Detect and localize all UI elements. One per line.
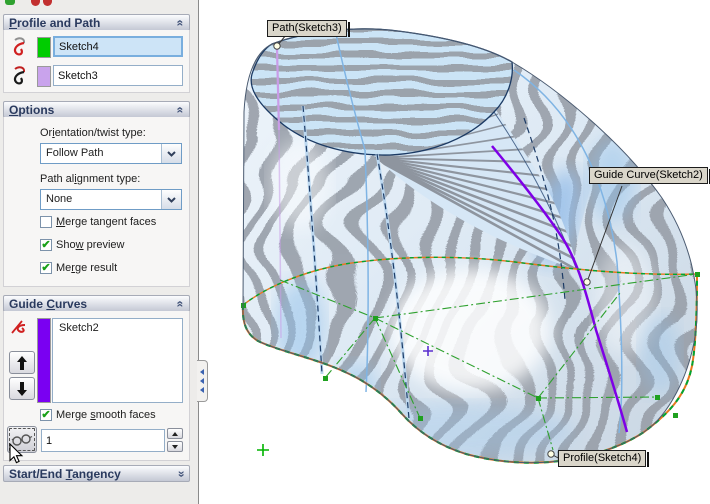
merge-result-row: ✔ Merge result — [40, 262, 117, 274]
orientation-label: Orientation/twist type: — [40, 127, 146, 139]
move-up-button[interactable] — [9, 351, 35, 374]
section-title: Options — [9, 102, 55, 117]
checkmark-icon: ✔ — [41, 409, 51, 421]
dropdown-arrow-icon[interactable] — [161, 190, 181, 209]
cancel-button-fragment-icon[interactable] — [43, 0, 52, 6]
section-count-field[interactable] — [41, 429, 165, 452]
orientation-value: Follow Path — [46, 147, 104, 159]
merge-smooth-faces-label: Merge smooth faces — [56, 409, 156, 421]
spinner-up-button[interactable] — [167, 428, 183, 439]
collapse-chevron-icon[interactable]: « — [174, 300, 188, 307]
merge-tangent-faces-checkbox[interactable] — [40, 216, 52, 228]
panel-splitter-handle[interactable] — [197, 360, 208, 402]
profile-sketch-icon — [9, 35, 33, 59]
spinner-down-button[interactable] — [167, 441, 183, 452]
alignment-value: None — [46, 193, 73, 205]
merge-tangent-faces-label: Merge tangent faces — [56, 216, 157, 228]
checkmark-icon: ✔ — [41, 262, 51, 274]
collapse-left-icon — [200, 387, 204, 393]
section-header-guide-curves[interactable]: Guide Curves « — [3, 295, 190, 312]
collapse-left-icon — [200, 369, 204, 375]
section-title: Start/End Tangency — [9, 466, 121, 481]
merge-result-label: Merge result — [56, 262, 118, 274]
profile-color-swatch — [37, 37, 51, 58]
section-header-start-end-tangency[interactable]: Start/End Tangency « — [3, 465, 190, 482]
solidworks-window: Profile and Path « Options « Orientation… — [0, 0, 710, 504]
move-down-button[interactable] — [9, 377, 35, 400]
collapse-chevron-icon[interactable]: « — [174, 19, 188, 26]
collapse-chevron-icon[interactable]: « — [174, 106, 188, 113]
options-body: Orientation/twist type: Follow Path Path… — [3, 117, 190, 287]
orientation-dropdown[interactable]: Follow Path — [40, 143, 182, 164]
dropdown-arrow-icon[interactable] — [161, 144, 181, 163]
path-selection-field[interactable] — [53, 65, 183, 86]
merge-tangent-faces-row: Merge tangent faces — [40, 216, 156, 228]
path-sketch-icon — [9, 64, 33, 88]
ok-button-fragment-icon[interactable] — [5, 0, 15, 5]
merge-smooth-faces-row: ✔ Merge smooth faces — [40, 409, 156, 421]
guide-curve-list-item[interactable]: Sketch2 — [53, 319, 182, 337]
guide-curve-callout[interactable]: Guide Curve(Sketch2) — [589, 167, 710, 184]
path-color-swatch — [37, 66, 51, 87]
merge-result-checkbox[interactable]: ✔ — [40, 262, 52, 274]
guide-curves-body: Sketch2 ✔ Merge smooth faces — [3, 311, 190, 461]
guide-curve-sketch-icon — [9, 317, 33, 341]
graphics-viewport[interactable]: Path(Sketch3) Guide Curve(Sketch2) Profi… — [200, 0, 710, 504]
path-alignment-label: Path alignment type: — [40, 173, 141, 185]
show-preview-checkbox[interactable]: ✔ — [40, 239, 52, 251]
collapse-left-icon — [200, 378, 204, 384]
merge-smooth-faces-checkbox[interactable]: ✔ — [40, 409, 52, 421]
profile-callout[interactable]: Profile(Sketch4) — [558, 450, 650, 467]
guide-curve-color-swatch — [37, 318, 51, 403]
checkmark-icon: ✔ — [41, 239, 51, 251]
expand-chevron-icon[interactable]: « — [174, 470, 188, 477]
mouse-cursor — [9, 443, 24, 464]
show-preview-label: Show preview — [56, 239, 125, 251]
section-header-options[interactable]: Options « — [3, 101, 190, 118]
show-preview-row: ✔ Show preview — [40, 239, 125, 251]
profile-selection-field[interactable] — [53, 36, 183, 57]
profile-and-path-body — [3, 30, 190, 93]
property-manager-panel: Profile and Path « Options « Orientation… — [0, 0, 199, 504]
path-callout[interactable]: Path(Sketch3) — [267, 20, 350, 37]
guide-curves-list[interactable]: Sketch2 — [52, 318, 183, 403]
model-canvas[interactable] — [200, 0, 710, 504]
section-header-profile-and-path[interactable]: Profile and Path « — [3, 14, 190, 31]
path-alignment-dropdown[interactable]: None — [40, 189, 182, 210]
section-title: Guide Curves — [9, 296, 88, 311]
cancel-button-fragment-icon[interactable] — [31, 0, 40, 6]
section-title: Profile and Path — [9, 15, 101, 30]
